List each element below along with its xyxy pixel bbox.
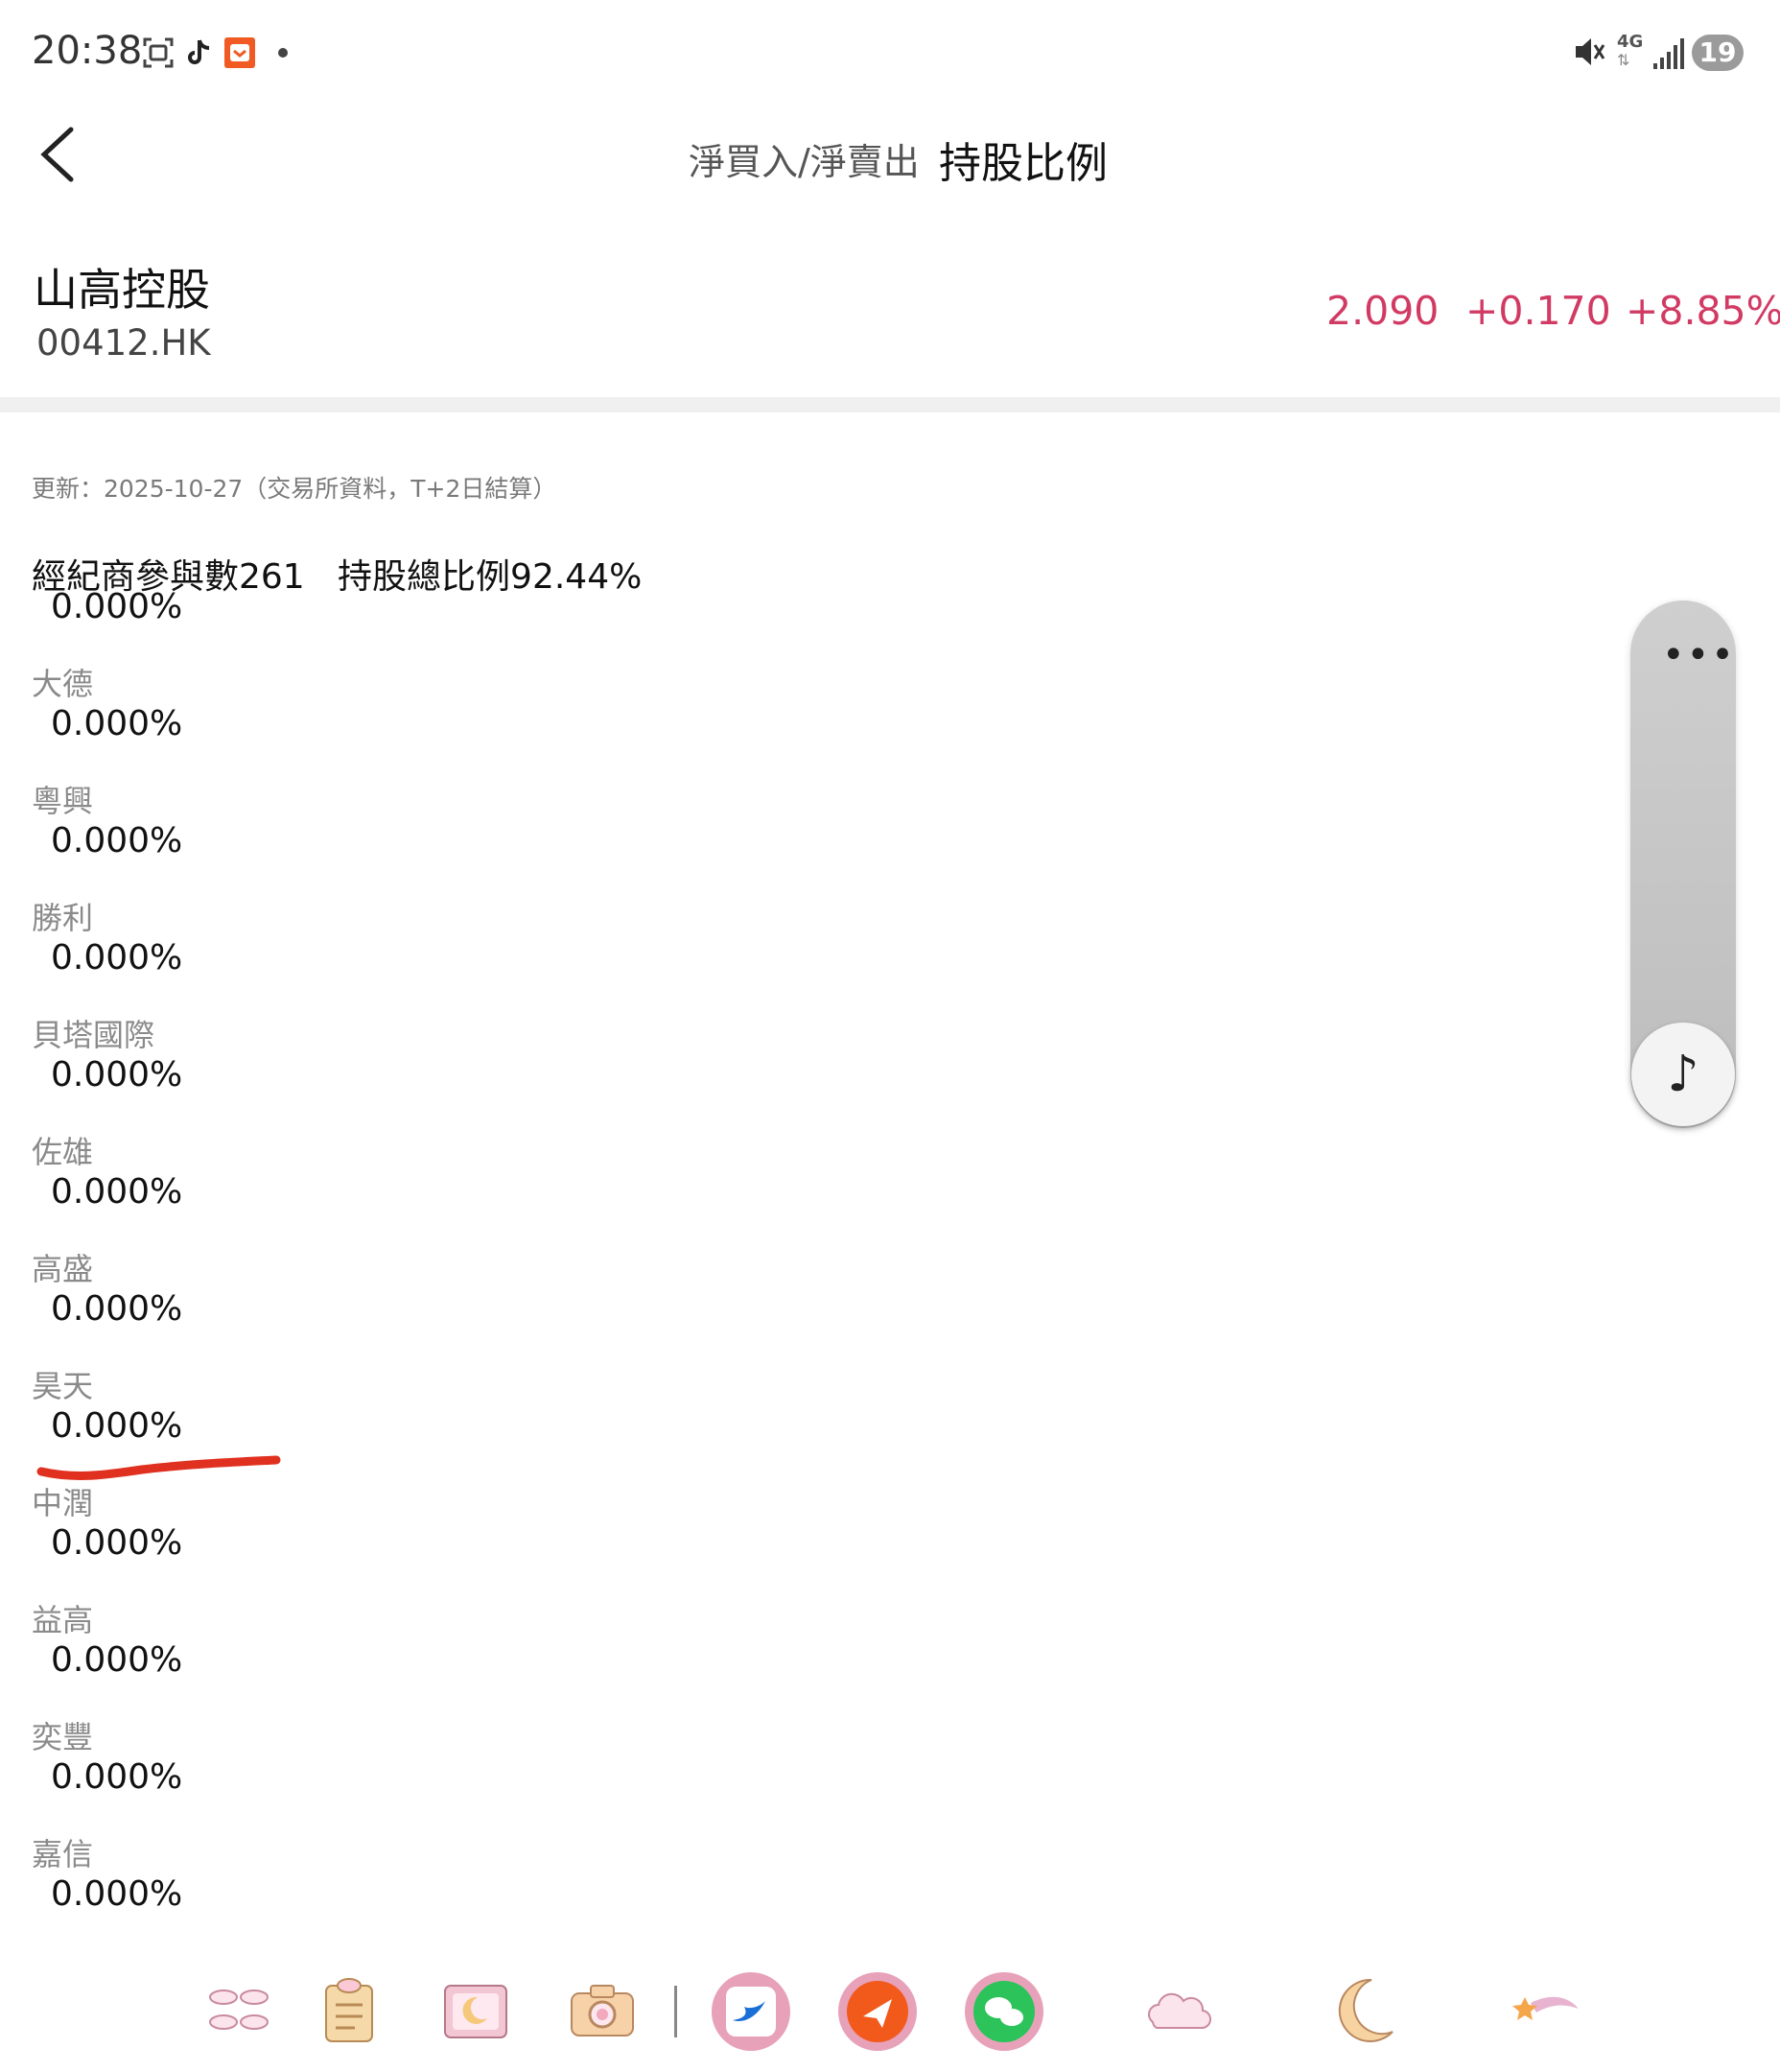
stock-price: 2.090 <box>1326 288 1440 334</box>
holding-value: 0.000% <box>51 1055 183 1095</box>
stock-code: 00412.HK <box>36 322 211 364</box>
broker-name: 嘉信 <box>32 1836 94 1872</box>
paper-plane-app-icon[interactable] <box>836 1970 919 2053</box>
holding-value: 0.000% <box>51 1406 183 1446</box>
broker-name: 高盛 <box>32 1251 94 1287</box>
broker-name: 粵興 <box>32 783 94 819</box>
shooting-star-icon[interactable] <box>1510 1974 1582 2047</box>
dock-separator <box>674 1986 677 2037</box>
broker-name: 奕豐 <box>32 1719 94 1755</box>
update-info: 更新：2025-10-27（交易所資料，T+2日結算） <box>32 475 557 503</box>
clipboard-icon[interactable] <box>313 1974 386 2047</box>
broker-name: 貝塔國際 <box>32 1017 155 1053</box>
app-notification-icon <box>224 37 255 68</box>
holding-value: 0.000% <box>51 587 183 626</box>
holding-value: 0.000% <box>51 1874 183 1914</box>
back-arrow-icon[interactable] <box>38 127 77 182</box>
stock-name: 山高控股 <box>34 264 210 316</box>
broker-name: 中潤 <box>32 1485 94 1521</box>
tab-holding-ratio[interactable]: 持股比例 <box>939 129 1108 190</box>
cloud-sticker-icon[interactable] <box>204 1974 277 2047</box>
moon-frame-icon[interactable] <box>439 1974 512 2047</box>
bird-app-icon[interactable] <box>710 1970 792 2053</box>
broker-name: 昊天 <box>32 1368 94 1404</box>
broker-name: 益高 <box>32 1602 94 1638</box>
tab-net-buy-sell[interactable]: 淨買入/淨賣出 <box>689 132 920 185</box>
battery-indicator: 19 <box>1692 35 1744 71</box>
holding-value: 0.000% <box>51 1757 183 1797</box>
more-icon[interactable]: ••• <box>1662 633 1736 677</box>
dot-icon <box>278 48 288 58</box>
red-underline-annotation <box>36 1455 281 1480</box>
status-time: 20:38 <box>32 29 143 73</box>
broker-name: 勝利 <box>32 900 94 936</box>
holding-value: 0.000% <box>51 821 183 860</box>
holding-value: 0.000% <box>51 1523 183 1563</box>
holding-value: 0.000% <box>51 1172 183 1212</box>
music-icon[interactable]: ♪ <box>1631 1023 1735 1126</box>
holding-value: 0.000% <box>51 938 183 977</box>
screenshot-icon <box>143 37 174 68</box>
signal-icon <box>1653 38 1684 69</box>
holding-value: 0.000% <box>51 704 183 743</box>
camera-icon[interactable] <box>566 1974 639 2047</box>
cloud-icon[interactable] <box>1141 1974 1214 2047</box>
broker-name: 佐雄 <box>32 1134 94 1170</box>
wechat-icon[interactable] <box>963 1970 1045 2053</box>
moon-icon[interactable] <box>1329 1974 1402 2047</box>
holding-value: 0.000% <box>51 1640 183 1680</box>
section-divider <box>0 397 1780 412</box>
tiktok-icon <box>188 39 210 64</box>
4g-icon: 4G ⇅ <box>1617 32 1644 69</box>
stock-change: +0.170 <box>1465 288 1611 334</box>
stock-change-pct: +8.85% <box>1626 288 1780 334</box>
broker-name: 大德 <box>32 666 94 702</box>
mute-icon <box>1576 38 1605 65</box>
holding-value: 0.000% <box>51 1289 183 1329</box>
